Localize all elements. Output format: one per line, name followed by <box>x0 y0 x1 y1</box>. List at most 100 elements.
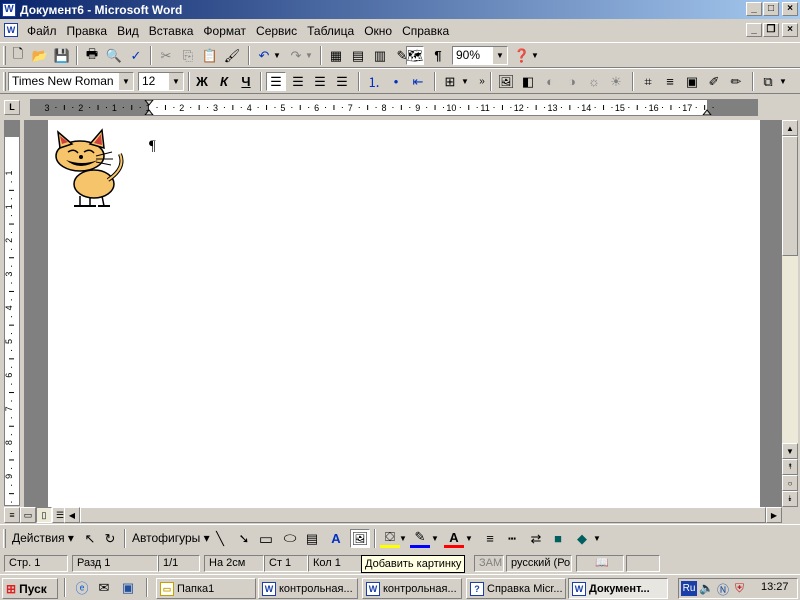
rectangle-tool-icon[interactable]: ▭ <box>256 529 276 548</box>
cut-icon[interactable]: ✂ <box>156 46 176 65</box>
save-disk-icon[interactable]: 💾 <box>52 46 72 65</box>
borders-icon[interactable]: ⊞ <box>440 72 460 91</box>
redo-icon[interactable]: ↷ <box>286 46 306 65</box>
start-button[interactable]: ⊞ Пуск <box>2 578 58 599</box>
insert-clipart-icon[interactable]: 🖼 <box>350 529 370 548</box>
spelling-status-icon[interactable]: 📖 <box>576 555 624 572</box>
line-style-icon[interactable]: ≡ <box>480 529 500 548</box>
more-contrast-icon[interactable]: ◐ <box>540 72 560 91</box>
font-dropdown-icon[interactable]: ▼ <box>118 73 133 90</box>
doc-restore-button[interactable]: ❐ <box>763 23 779 37</box>
print-preview-icon[interactable]: 🔍 <box>104 46 124 65</box>
status-overtype[interactable]: ЗАМ <box>474 555 504 572</box>
horizontal-ruler[interactable]: 3 2 1 1 2 3 4 5 6 7 8 9 10 11 12 13 14 15 16 17 <box>30 99 758 116</box>
align-right-icon[interactable]: ☰ <box>310 72 330 91</box>
menu-help[interactable]: Справка <box>397 24 454 38</box>
drawing-options-icon[interactable]: ▼ <box>592 529 602 548</box>
office-assistant-icon[interactable]: ❓ <box>512 46 532 65</box>
task-folder[interactable]: ▭ Папка1 <box>156 578 256 599</box>
scroll-right-icon[interactable]: ▶ <box>766 507 782 523</box>
vertical-ruler[interactable]: 11234567891011 <box>4 120 20 570</box>
outlook-express-icon[interactable]: ✉ <box>94 578 114 597</box>
show-hide-icon[interactable]: ¶ <box>428 46 448 65</box>
doc-minimize-button[interactable]: _ <box>746 23 762 37</box>
less-brightness-icon[interactable]: ☀ <box>606 72 626 91</box>
fill-color-dropdown-icon[interactable]: ▼ <box>398 529 408 548</box>
horizontal-scrollbar[interactable]: ◀ ▶ <box>64 507 782 523</box>
toolbar-grip[interactable] <box>3 46 6 65</box>
menu-edit[interactable]: Правка <box>62 24 113 38</box>
set-transparent-icon[interactable]: ✐ <box>704 72 724 91</box>
undo-icon[interactable]: ↶ <box>254 46 274 65</box>
task-help[interactable]: ? Справка Micr... <box>466 578 566 599</box>
format-painter-icon[interactable]: 🖌 <box>222 46 242 65</box>
copy-icon[interactable]: ⎘ <box>178 46 198 65</box>
open-folder-icon[interactable]: 📂 <box>30 46 50 65</box>
image-color-icon[interactable]: ◧ <box>518 72 538 91</box>
previous-page-icon[interactable]: ⯭ <box>782 459 798 475</box>
tables-borders-icon[interactable]: ▦ <box>326 46 346 65</box>
vertical-scrollbar[interactable]: ▲ ▼ ⯭ ○ ⯯ <box>782 120 798 507</box>
justify-icon[interactable]: ☰ <box>332 72 352 91</box>
insert-table-icon[interactable]: ▤ <box>348 46 368 65</box>
toolbar-more-icon[interactable]: » <box>472 72 492 91</box>
italic-button[interactable]: К <box>214 72 234 91</box>
menu-tools[interactable]: Сервис <box>251 24 302 38</box>
bullets-icon[interactable]: • <box>386 72 406 91</box>
line-style-icon[interactable]: ≡ <box>660 72 680 91</box>
select-browse-object-icon[interactable]: ○ <box>782 475 798 491</box>
antivirus-icon[interactable]: Ⓝ <box>717 581 729 598</box>
select-objects-icon[interactable]: ↖ <box>80 529 100 548</box>
maximize-button[interactable]: □ <box>763 2 779 16</box>
text-box-icon[interactable]: ▤ <box>302 529 322 548</box>
next-page-icon[interactable]: ⯯ <box>782 491 798 507</box>
bold-button[interactable]: Ж <box>192 72 212 91</box>
doc-close-button[interactable]: × <box>782 23 798 37</box>
wordart-icon[interactable]: A <box>326 529 346 548</box>
menu-insert[interactable]: Вставка <box>144 24 199 38</box>
arrow-tool-icon[interactable]: ➘ <box>234 529 254 548</box>
font-color-icon[interactable]: A <box>444 529 464 548</box>
fill-color-icon[interactable]: ⛋ <box>380 529 400 548</box>
align-center-icon[interactable]: ☰ <box>288 72 308 91</box>
3d-icon[interactable]: ◆ <box>572 529 592 548</box>
text-wrapping-icon[interactable]: ⧉ <box>758 72 778 91</box>
zoom-combo[interactable]: 90% ▼ <box>452 46 508 65</box>
status-language[interactable]: русский (Ро <box>506 555 572 572</box>
task-word-document[interactable]: Wконтрольная... <box>362 578 462 599</box>
scroll-left-icon[interactable]: ◀ <box>64 507 80 523</box>
task-word-active[interactable]: W Документ... <box>568 578 668 599</box>
line-tool-icon[interactable]: ╲ <box>210 529 230 548</box>
insert-picture-icon[interactable]: 🖼 <box>496 72 516 91</box>
menu-format[interactable]: Формат <box>198 24 251 38</box>
toolbar-grip[interactable] <box>3 72 6 91</box>
scroll-down-icon[interactable]: ▼ <box>782 443 798 459</box>
toolbar-grip[interactable] <box>3 529 6 548</box>
cat-clipart-image[interactable] <box>50 128 132 208</box>
print-layout-icon[interactable]: ▯ <box>36 507 52 523</box>
tab-selector[interactable]: L <box>4 100 20 115</box>
document-page[interactable]: ¶ <box>48 120 760 507</box>
menu-view[interactable]: Вид <box>112 24 144 38</box>
format-picture-icon[interactable]: ▣ <box>682 72 702 91</box>
align-left-icon[interactable]: ☰ <box>266 72 286 91</box>
undo-dropdown-icon[interactable]: ▼ <box>272 46 282 65</box>
redo-dropdown-icon[interactable]: ▼ <box>304 46 314 65</box>
font-size-combo[interactable]: 12 ▼ <box>138 72 184 91</box>
print-icon[interactable]: 🖶 <box>82 46 102 65</box>
autoshapes-menu[interactable]: Автофигуры ▾ <box>132 529 210 548</box>
normal-view-icon[interactable]: ≡ <box>4 507 20 523</box>
word-app-icon[interactable]: W <box>2 2 16 17</box>
internet-explorer-icon[interactable]: ⓔ <box>72 578 92 597</box>
task-word-document[interactable]: Wконтрольная... <box>258 578 358 599</box>
close-button[interactable]: × <box>782 2 798 16</box>
minimize-button[interactable]: _ <box>746 2 762 16</box>
document-icon[interactable]: W <box>4 23 18 37</box>
more-brightness-icon[interactable]: ☼ <box>584 72 604 91</box>
columns-icon[interactable]: ▥ <box>370 46 390 65</box>
web-view-icon[interactable]: ▭ <box>20 507 36 523</box>
reset-picture-icon[interactable]: ✏ <box>726 72 746 91</box>
draw-actions-menu[interactable]: Действия ▾ <box>12 529 74 548</box>
menu-table[interactable]: Таблица <box>302 24 359 38</box>
menu-file[interactable]: Файл <box>22 24 62 38</box>
